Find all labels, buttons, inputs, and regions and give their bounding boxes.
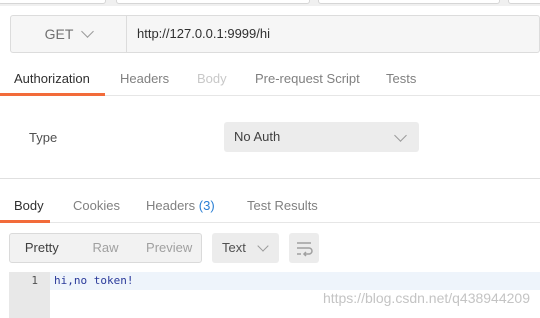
code-line: hi,no token! [54,274,134,287]
active-response-tab-indicator [0,220,50,223]
chevron-down-icon [257,240,269,252]
tab-pre-request-script[interactable]: Pre-request Script [255,62,360,96]
chevron-down-icon [81,25,95,38]
chevron-down-icon [394,129,407,142]
wrap-lines-icon [297,242,313,257]
url-input[interactable]: http://127.0.0.1:9999/hi [137,16,270,52]
response-tabs: Body Cookies Headers (3) Test Results [0,189,540,223]
request-url-bar: GET http://127.0.0.1:9999/hi [10,15,540,53]
request-tabs: Authorization Headers Body Pre-request S… [0,62,540,96]
tab-response-headers-label: Headers [146,198,196,213]
active-tab-indicator [0,93,105,96]
format-value: Text [222,240,246,255]
auth-type-value: No Auth [234,129,281,144]
preview-button[interactable]: Preview [137,234,201,262]
pretty-button[interactable]: Pretty [10,234,74,262]
raw-button[interactable]: Raw [74,234,138,262]
method-label: GET [44,26,74,42]
format-dropdown[interactable]: Text [212,233,279,263]
watermark: https://blog.csdn.net/q438944209 [322,290,530,306]
open-tab[interactable] [116,0,310,4]
auth-type-label: Type [29,130,58,145]
line-number-gutter: 1 [9,272,50,318]
line-number: 1 [31,274,38,287]
open-tab[interactable] [0,0,106,4]
tab-response-headers[interactable]: Headers (3) [146,189,215,223]
tab-authorization[interactable]: Authorization [14,62,90,96]
tab-body[interactable]: Body [197,62,227,96]
tab-headers[interactable]: Headers [120,62,169,96]
method-dropdown[interactable]: GET [11,16,127,52]
wrap-lines-button[interactable] [289,233,319,263]
section-divider [0,178,540,179]
open-tab[interactable] [508,0,540,4]
headers-count-badge: (3) [198,198,215,213]
tab-test-results[interactable]: Test Results [247,189,318,223]
tab-tests[interactable]: Tests [386,62,416,96]
auth-type-dropdown[interactable]: No Auth [224,122,419,152]
tab-cookies[interactable]: Cookies [73,189,120,223]
tab-response-body[interactable]: Body [14,189,44,223]
body-view-modes: Pretty Raw Preview [9,233,202,263]
open-tab[interactable] [318,0,500,4]
